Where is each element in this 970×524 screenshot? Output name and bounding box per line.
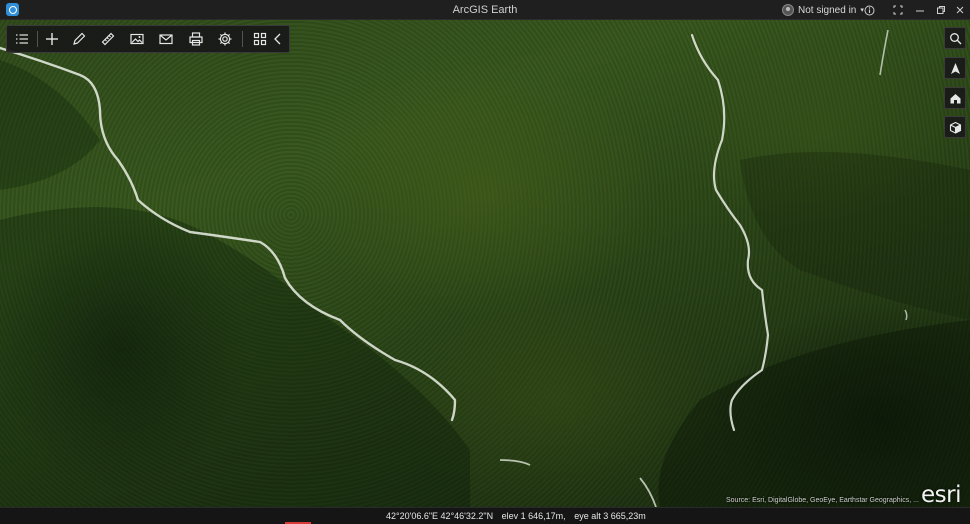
contents-button[interactable] — [10, 28, 34, 50]
search-icon — [949, 32, 961, 44]
gear-icon — [218, 32, 232, 46]
info-icon — [864, 5, 874, 15]
maximize-button[interactable] — [932, 2, 950, 18]
measure-button[interactable] — [96, 28, 120, 50]
pencil-icon — [73, 32, 86, 45]
status-readout: 42°20'06.6"E 42°46'32.2"N elev 1 646,17m… — [386, 511, 652, 521]
envelope-icon — [159, 34, 173, 45]
restore-icon — [937, 6, 945, 14]
toolbar-divider — [37, 31, 38, 47]
arcgis-earth-app-icon — [6, 3, 19, 16]
terrain-overlay — [0, 29, 970, 507]
printer-icon — [189, 32, 203, 46]
add-data-button[interactable] — [40, 28, 64, 50]
about-button[interactable] — [860, 2, 878, 18]
cursor-coordinates: 42°20'06.6"E 42°46'32.2"N — [386, 511, 494, 521]
view-3d-button[interactable] — [944, 116, 966, 138]
river-top-right — [879, 29, 889, 76]
close-icon — [956, 6, 964, 14]
river-right — [690, 33, 770, 432]
search-button[interactable] — [944, 27, 966, 49]
fullscreen-button[interactable] — [889, 2, 907, 18]
ruler-icon — [101, 32, 115, 46]
avatar-icon — [782, 4, 794, 16]
north-arrow-icon — [950, 62, 960, 74]
map-view[interactable] — [0, 20, 970, 507]
list-icon — [16, 34, 28, 44]
chevron-left-icon — [274, 33, 281, 45]
compass-button[interactable] — [944, 57, 966, 79]
grid-icon — [253, 32, 267, 46]
plus-icon — [46, 33, 58, 45]
close-button[interactable] — [951, 2, 969, 18]
elevation-readout: elev 1 646,17m, — [501, 511, 566, 521]
cube-icon — [949, 121, 961, 134]
draw-button[interactable] — [67, 28, 91, 50]
home-button[interactable] — [944, 87, 966, 109]
minimize-button[interactable] — [911, 2, 929, 18]
home-icon — [950, 93, 960, 103]
sign-in-label: Not signed in — [798, 4, 857, 16]
toolbar-divider — [242, 31, 243, 47]
share-button[interactable] — [154, 28, 178, 50]
status-bar: 42°20'06.6"E 42°46'32.2"N elev 1 646,17m… — [0, 507, 970, 524]
esri-logo: esri — [921, 482, 961, 508]
title-bar: ArcGIS Earth Not signed in ▾ — [0, 0, 970, 20]
print-button[interactable] — [184, 28, 208, 50]
minimize-icon — [916, 10, 924, 12]
river-bottom — [499, 459, 657, 507]
settings-button[interactable] — [213, 28, 237, 50]
collapse-toolbar-button[interactable] — [269, 28, 287, 50]
fullscreen-icon — [893, 5, 903, 15]
map-attribution: Source: Esri, DigitalGlobe, GeoEye, Eart… — [726, 497, 919, 504]
eye-altitude-readout: eye alt 3 665,23m — [574, 511, 646, 521]
sign-in-menu[interactable]: Not signed in ▾ — [782, 2, 864, 18]
snapshot-button[interactable] — [125, 28, 149, 50]
main-toolbar — [6, 25, 290, 53]
image-icon — [130, 33, 144, 45]
